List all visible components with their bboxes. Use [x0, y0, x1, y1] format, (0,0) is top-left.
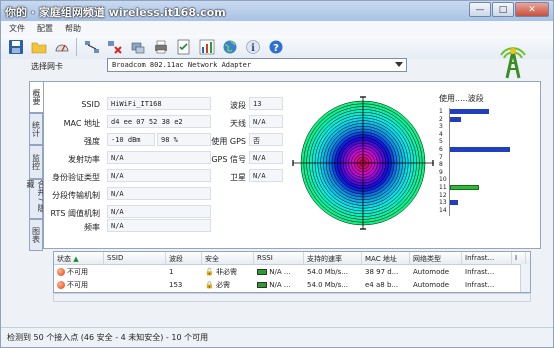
col-status[interactable]: 状态 ▲ [54, 252, 104, 264]
band-usage-bar [450, 185, 480, 190]
ap-list: 状态 ▲ SSID 波段 安全 RSSI 支持的速率 MAC 地址 网络类型 I… [53, 251, 531, 293]
disconnect-icon[interactable] [104, 37, 125, 57]
help-icon[interactable]: ? [265, 37, 286, 57]
menu-bar: 文件 配置 帮助 [1, 21, 553, 35]
band-usage-bar [450, 116, 461, 122]
band-usage-title: 使用.....波段 [439, 94, 484, 103]
svg-text:?: ? [273, 43, 279, 54]
info-icon[interactable]: i [242, 37, 263, 57]
col-security[interactable]: 安全 [202, 252, 254, 264]
minimize-button[interactable]: — [469, 2, 491, 17]
nic-value: Broadcom 802.11ac Network Adapter [112, 61, 252, 69]
band-channel-label: 4 [439, 130, 443, 138]
network-icon[interactable] [81, 37, 102, 57]
frag-label: 分段传输机制 [52, 191, 100, 200]
table-row[interactable]: 不可用 1 🔓 非必需 N/A ... 54.0 Mb/s... 38 97 d… [54, 266, 520, 278]
connect-icon[interactable] [127, 37, 148, 57]
col-rate[interactable]: 支持的速率 [304, 252, 362, 264]
band-channel-label: 13 [439, 199, 447, 207]
unavailable-icon [57, 281, 65, 289]
band-channel-label: 3 [439, 123, 443, 131]
wifi-tower-logo [500, 47, 526, 79]
signal-radar [292, 96, 434, 230]
unavailable-icon [57, 268, 65, 276]
col-infra[interactable]: Infrast... [462, 252, 512, 264]
chevron-down-icon [395, 62, 403, 67]
ap-list-header: 状态 ▲ SSID 波段 安全 RSSI 支持的速率 MAC 地址 网络类型 I… [54, 252, 530, 265]
lock-open-icon: 🔓 [205, 268, 214, 276]
col-mac[interactable]: MAC 地址 [362, 252, 410, 264]
checklist-icon[interactable] [173, 37, 194, 57]
printer-icon[interactable] [150, 37, 171, 57]
nic-select[interactable]: Broadcom 802.11ac Network Adapter [107, 58, 407, 72]
col-rssi[interactable]: RSSI [254, 252, 304, 264]
lock-icon: 🔒 [205, 281, 214, 289]
band-channel-label: 5 [439, 138, 443, 146]
gps-signal-label: GPS 信号 [211, 155, 246, 164]
band-channel-label: 12 [439, 191, 447, 199]
band-channel-label: 10 [439, 176, 447, 184]
menu-help[interactable]: 帮助 [65, 23, 81, 34]
tx-power-label: 发射功率 [68, 155, 100, 164]
close-button[interactable]: ✕ [515, 2, 549, 17]
folder-icon[interactable] [28, 37, 49, 57]
toolbar: i ? [1, 35, 553, 59]
antenna-value: N/A [249, 115, 283, 128]
signal-bar-icon [257, 269, 267, 275]
band-value: 13 [249, 97, 283, 110]
band-channel-label: 1 [439, 108, 443, 115]
globe-icon[interactable] [219, 37, 240, 57]
band-channel-label: 7 [439, 153, 443, 161]
freq-label: 频率 [84, 223, 100, 232]
strength-value: -10 dBm [107, 133, 155, 146]
col-type[interactable]: 网络类型 [410, 252, 462, 264]
col-band[interactable]: 波段 [166, 252, 202, 264]
table-row[interactable]: 不可用 153 🔒 必需 N/A ... 54.0 Mb/s... e4 a8 … [54, 279, 520, 291]
rts-label: RTS 阈值机制 [50, 209, 100, 218]
list-vertical-scrollbar[interactable] [520, 264, 530, 292]
save-icon[interactable] [5, 37, 26, 57]
satellite-value: N/A [249, 169, 283, 182]
band-usage-chart: 1 2 3 4 5 6 7 8 9 10 11 12 13 14 [439, 108, 529, 216]
freq-value: N/A [107, 219, 211, 232]
col-ssid[interactable]: SSID [104, 252, 166, 264]
svg-text:i: i [251, 43, 255, 54]
band-usage-bar [450, 200, 459, 206]
chart-icon[interactable] [196, 37, 217, 57]
band-channel-label: 11 [439, 184, 447, 191]
signal-bar-icon [257, 282, 267, 288]
nic-label: 选择网卡 [31, 62, 63, 71]
maximize-button[interactable]: □ [492, 2, 514, 17]
col-extra[interactable]: I [512, 252, 526, 264]
band-channel-label: 2 [439, 115, 443, 123]
ssid-label: SSID [81, 100, 100, 109]
list-horizontal-scrollbar[interactable] [53, 293, 531, 302]
gps-use-label: 使用 GPS [211, 137, 246, 146]
band-label: 波段 [230, 101, 246, 110]
window-title: 你的 · 家庭组网频道 wireless.it168.com [5, 6, 226, 19]
band-channel-label: 9 [439, 168, 443, 176]
status-bar: 检测到 50 个接入点 (46 安全 - 4 未知安全) - 10 个可用 [1, 327, 553, 347]
gauge-icon[interactable] [51, 37, 72, 57]
mac-label: MAC 地址 [63, 119, 100, 128]
gps-signal-value: N/A [249, 151, 283, 164]
title-bar: 你的 · 家庭组网频道 wireless.it168.com — □ ✕ [1, 1, 553, 21]
app-window: 你的 · 家庭组网频道 wireless.it168.com — □ ✕ 文件 … [0, 0, 554, 348]
strength-label: 强度 [84, 137, 100, 146]
antenna-label: 天线 [230, 119, 246, 128]
menu-config[interactable]: 配置 [37, 23, 53, 34]
menu-file[interactable]: 文件 [9, 23, 25, 34]
satellite-label: 卫星 [230, 173, 246, 182]
frag-value: N/A [107, 187, 211, 200]
auth-label: 身份验证类型 [52, 173, 100, 182]
band-channel-label: 14 [439, 206, 447, 214]
band-usage-panel: 使用.....波段 1 2 3 4 5 6 7 8 9 10 11 12 13 14 [439, 93, 535, 223]
gps-use-value: 否 [249, 133, 283, 146]
band-channel-label: 8 [439, 161, 443, 169]
band-usage-bar [450, 109, 489, 114]
band-row: 14 [439, 207, 529, 215]
rts-value: N/A [107, 205, 211, 218]
band-usage-bar [450, 147, 510, 152]
band-channel-label: 6 [439, 146, 443, 153]
